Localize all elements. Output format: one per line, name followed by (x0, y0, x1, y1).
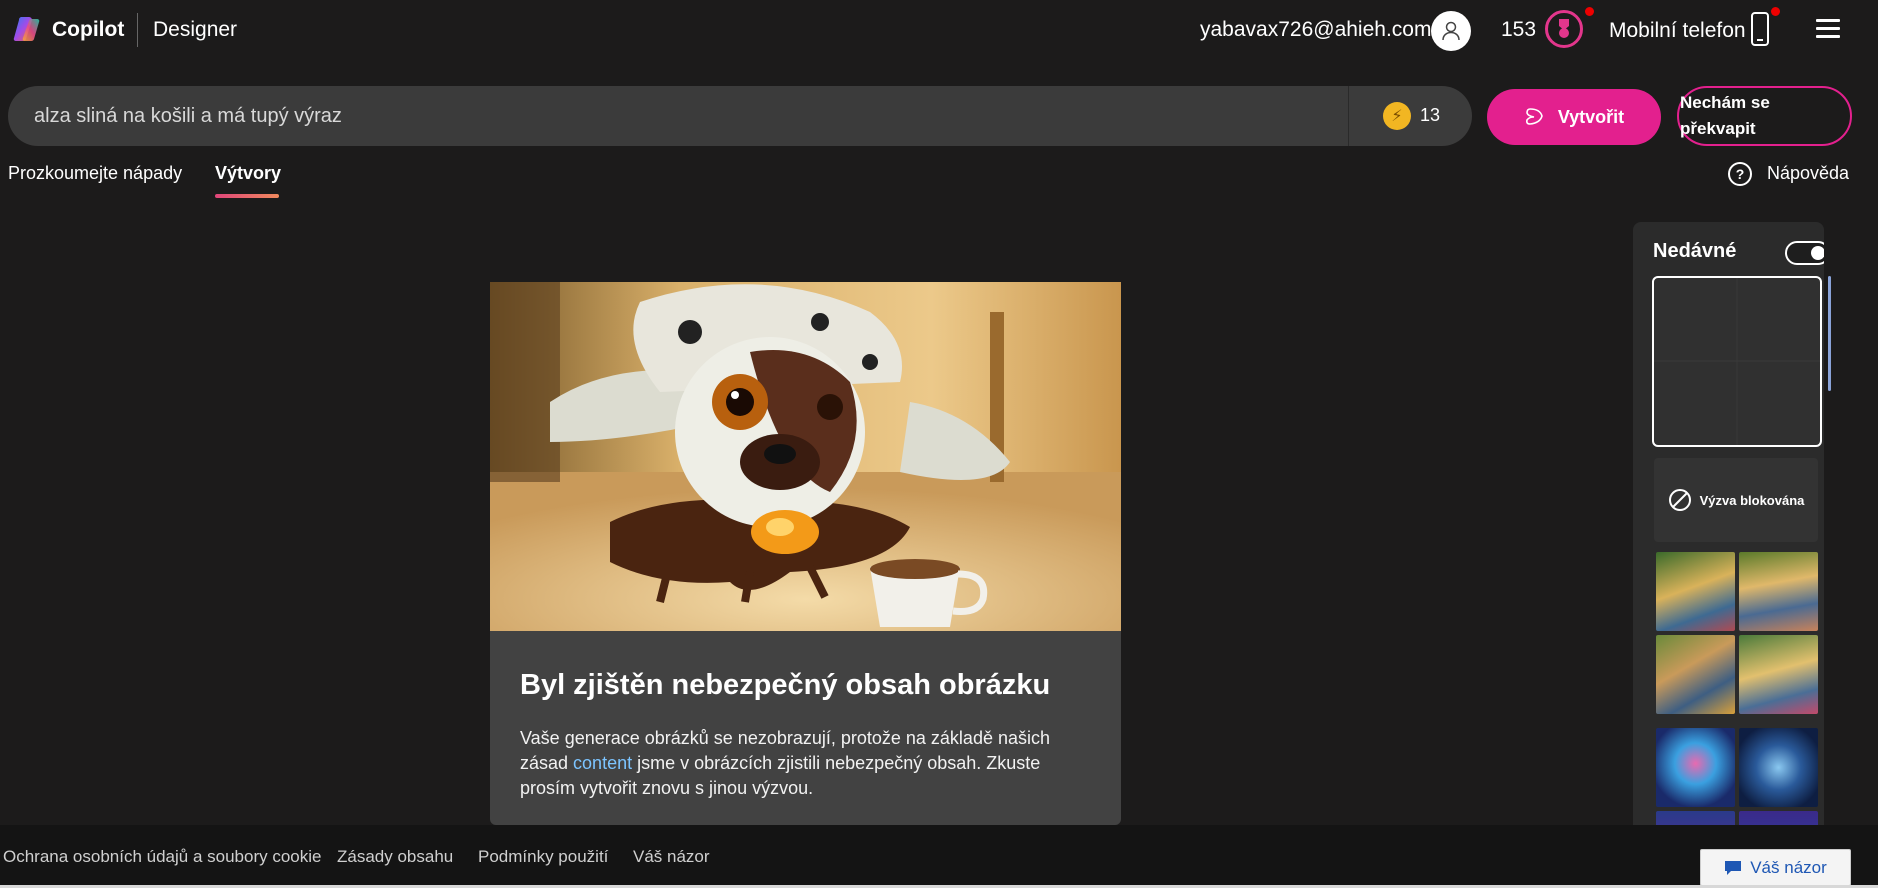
prompt-bar: ⚡ 13 (8, 86, 1472, 146)
unsafe-content-notice: Byl zjištěn nebezpečný obsah obrázku Vaš… (490, 631, 1121, 825)
tab-explore-ideas[interactable]: Prozkoumejte nápady (8, 163, 182, 184)
recent-item-blocked[interactable]: Výzva blokována (1654, 458, 1818, 542)
footer-link-content-policy[interactable]: Zásady obsahu (337, 847, 453, 867)
blocked-label: Výzva blokována (1699, 492, 1805, 508)
prompt-input[interactable] (34, 86, 1334, 146)
avatar[interactable] (1431, 11, 1471, 51)
recent-thumbnail (1656, 728, 1735, 807)
recent-thumbnail (1739, 552, 1818, 631)
rewards-medal-icon[interactable] (1545, 10, 1583, 48)
footer-link-terms[interactable]: Podmínky použití (478, 847, 608, 867)
top-bar: Copilot Designer yabavax726@ahieh.com 15… (0, 0, 1878, 60)
boost-divider (1348, 86, 1349, 146)
account-email[interactable]: yabavax726@ahieh.com (1200, 18, 1431, 42)
footer-link-privacy[interactable]: Ochrana osobních údajů a soubory cookie (3, 847, 321, 867)
recent-scrollbar[interactable] (1828, 276, 1831, 391)
chat-bubble-icon (1725, 860, 1742, 875)
recent-title: Nedávné (1653, 240, 1737, 262)
active-tab-indicator (215, 194, 279, 198)
rewards-notification-dot (1585, 7, 1594, 16)
content-policy-link[interactable]: content (573, 753, 632, 773)
recent-panel: Nedávné Výzva blokována (1633, 222, 1824, 842)
recent-thumbnail (1739, 728, 1818, 807)
tab-creations[interactable]: Výtvory (215, 163, 281, 184)
mobile-notification-dot (1771, 7, 1780, 16)
create-icon (1525, 108, 1543, 125)
medal-icon (1559, 19, 1569, 38)
blocked-icon (1668, 489, 1691, 511)
recent-thumbnail (1656, 635, 1735, 714)
hamburger-menu-icon[interactable] (1816, 19, 1840, 39)
phone-icon[interactable] (1751, 12, 1769, 46)
notice-text: Vaše generace obrázků se nezobrazují, pr… (520, 726, 1091, 801)
notice-title: Byl zjištěn nebezpečný obsah obrázku (520, 669, 1051, 701)
generated-image[interactable] (490, 282, 1121, 631)
recent-toggle[interactable] (1785, 241, 1824, 265)
copilot-logo-icon[interactable] (12, 14, 42, 44)
brand-name[interactable]: Copilot (52, 18, 124, 42)
feedback-button-label: Váš názor (1750, 857, 1827, 877)
help-link[interactable]: Nápověda (1767, 163, 1849, 184)
help-icon[interactable]: ? (1728, 162, 1752, 186)
user-icon (1442, 21, 1460, 41)
recent-thumbnail (1656, 552, 1735, 631)
boost-count: 13 (1420, 105, 1441, 125)
dog-illustration (490, 282, 1121, 631)
product-name[interactable]: Designer (153, 18, 237, 42)
brand-divider (137, 13, 138, 47)
feedback-button[interactable]: Váš názor (1700, 849, 1851, 886)
loading-grid (1654, 278, 1820, 445)
footer-link-feedback[interactable]: Váš názor (633, 847, 710, 867)
toggle-knob (1811, 246, 1824, 260)
create-button[interactable]: Vytvořit (1487, 89, 1661, 145)
recent-item-current[interactable] (1652, 276, 1822, 447)
footer: Ochrana osobních údajů a soubory cookie … (0, 825, 1878, 888)
create-button-label: Vytvořit (1557, 106, 1625, 127)
recent-thumbnail (1739, 635, 1818, 714)
boost-coin-icon[interactable]: ⚡ (1383, 102, 1411, 130)
reward-points[interactable]: 153 (1501, 18, 1536, 42)
surprise-me-button[interactable]: Nechám se překvapit (1677, 86, 1852, 146)
recent-item-man-flowers[interactable] (1656, 552, 1818, 714)
mobile-app-link[interactable]: Mobilní telefon (1609, 19, 1746, 43)
